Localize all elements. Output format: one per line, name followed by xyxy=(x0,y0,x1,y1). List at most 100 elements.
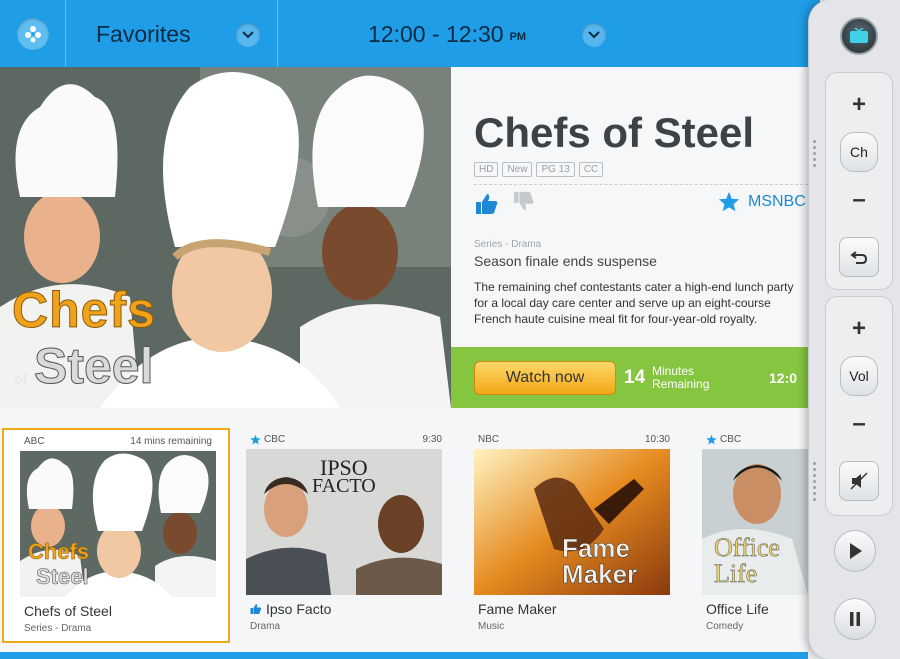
card-art-text-2: FACTO xyxy=(312,475,376,497)
star-icon xyxy=(718,191,740,212)
volume-label: Vol xyxy=(840,356,878,396)
card-thumbnail: IPSO FACTO xyxy=(246,449,442,595)
back-button[interactable] xyxy=(839,237,879,277)
logo-button[interactable] xyxy=(0,0,66,67)
time-suffix: PM xyxy=(509,31,527,43)
channel-up-button[interactable]: + xyxy=(844,90,874,120)
watch-now-button[interactable]: Watch now xyxy=(474,361,616,395)
card-art-text-2: Maker xyxy=(562,559,638,590)
episode-description: The remaining chef contestants cater a h… xyxy=(474,280,794,326)
divider xyxy=(474,184,808,185)
channel-label: Ch xyxy=(840,132,878,172)
mute-button[interactable] xyxy=(839,461,879,501)
network-logo-icon xyxy=(16,17,49,50)
card-thumbnail: Fame Maker xyxy=(474,449,670,595)
card-time: 9:30 xyxy=(422,434,442,445)
rating-badges: HD New PG 13 CC xyxy=(474,162,604,177)
episode-title: Season finale ends suspense xyxy=(474,253,657,269)
star-icon xyxy=(250,434,261,445)
featured-show-image[interactable]: Chefs of Steel xyxy=(0,67,451,408)
minutes-remaining-label: Minutes Remaining xyxy=(652,365,709,391)
top-bar: Favorites 12:00 - 12:30 PM xyxy=(0,0,820,67)
featured-art-title-3: Steel xyxy=(34,338,155,395)
card-title: Fame Maker xyxy=(478,601,557,617)
card-time: 14 mins remaining xyxy=(130,436,212,447)
card-network: CBC xyxy=(706,434,741,445)
card-network-name: CBC xyxy=(264,434,286,445)
card-art-text-1: Chefs xyxy=(28,539,90,565)
category-dropdown-button[interactable] xyxy=(236,23,260,47)
card-title-text: Ipso Facto xyxy=(266,601,332,617)
bottom-strip xyxy=(0,652,808,659)
card-genre: Drama xyxy=(250,621,281,632)
chevron-down-icon xyxy=(588,31,600,39)
card-network: ABC xyxy=(24,436,45,447)
next-show-time: 12:0 xyxy=(769,370,798,386)
grip-dots xyxy=(813,140,817,167)
card-thumbnail: Office Life xyxy=(702,449,808,595)
tv-button[interactable] xyxy=(840,17,878,55)
card-network: CBC xyxy=(250,434,285,445)
card-network-name: ABC xyxy=(24,436,45,447)
card-network-name: CBC xyxy=(720,434,742,445)
card-time: 10:30 xyxy=(644,434,670,445)
card-title: Ipso Facto xyxy=(250,601,331,617)
grip-dots xyxy=(813,462,817,501)
channel-down-button[interactable]: – xyxy=(844,185,874,215)
card-genre: Series - Drama xyxy=(24,623,92,634)
card-genre: Comedy xyxy=(706,621,744,632)
thumbs-up-icon[interactable] xyxy=(475,193,499,220)
card-title: Chefs of Steel xyxy=(24,603,112,619)
play-icon xyxy=(849,543,862,559)
card-thumbnail: Chefs of Steel xyxy=(20,451,216,597)
volume-up-button[interactable]: + xyxy=(844,314,874,344)
featured-show-details: Chefs of Steel HD New PG 13 CC MSNBC Ser… xyxy=(451,67,808,408)
pause-button[interactable] xyxy=(833,598,876,640)
time-dropdown-button[interactable] xyxy=(582,23,606,47)
remote-panel: + Ch – + Vol – xyxy=(808,0,900,659)
pause-icon xyxy=(849,612,860,626)
watch-bar: Watch now 14 Minutes Remaining 12:0 xyxy=(451,347,808,408)
minutes-remaining-value: 14 xyxy=(624,367,646,388)
show-card[interactable]: NBC 10:30 Fame Maker Fame Maker Music xyxy=(458,428,686,643)
thumbs-up-icon xyxy=(250,604,262,614)
chevron-down-icon xyxy=(242,31,254,39)
card-title: Office Life xyxy=(706,601,769,617)
show-card[interactable]: ABC 14 mins remaining Chefs of Steel Che… xyxy=(2,428,230,643)
card-genre: Music xyxy=(478,621,505,632)
featured-art-title-2: of xyxy=(14,371,28,387)
channel-controls: + Ch – xyxy=(825,72,893,290)
mute-icon xyxy=(850,472,868,490)
minutes-label-line-2: Remaining xyxy=(652,377,710,391)
show-carousel: ABC 14 mins remaining Chefs of Steel Che… xyxy=(0,408,808,659)
volume-controls: + Vol – xyxy=(825,296,893,516)
time-selector[interactable]: 12:00 - 12:30 PM xyxy=(278,0,618,67)
card-art-text-2: of xyxy=(26,579,33,588)
star-icon xyxy=(706,434,717,445)
category-label: Favorites xyxy=(96,21,191,47)
show-genre: Series - Drama xyxy=(474,239,542,250)
play-button[interactable] xyxy=(833,530,876,572)
show-card[interactable]: CBC 9:30 IPSO FACTO Ipso Facto Drama xyxy=(230,428,458,643)
time-range-label: 12:00 - 12:30 PM xyxy=(368,21,526,48)
badge-rating: PG 13 xyxy=(536,162,575,177)
badge-hd: HD xyxy=(474,162,499,177)
return-icon xyxy=(850,251,868,264)
badge-cc: CC xyxy=(578,162,604,177)
category-selector[interactable]: Favorites xyxy=(66,0,278,67)
volume-down-button[interactable]: – xyxy=(844,409,874,439)
card-network: NBC xyxy=(478,434,499,445)
network-name: MSNBC xyxy=(748,192,806,210)
network-favorite[interactable]: MSNBC xyxy=(718,191,806,212)
badge-new: New xyxy=(502,162,533,177)
show-title: Chefs of Steel xyxy=(474,109,755,156)
card-art-text-3: Steel xyxy=(36,564,89,590)
featured-art-title-1: Chefs xyxy=(12,282,156,339)
time-range-text: 12:00 - 12:30 xyxy=(368,21,504,47)
thumbs-down-icon[interactable] xyxy=(513,191,535,216)
tv-icon xyxy=(850,28,868,43)
tv-guide-app: Favorites 12:00 - 12:30 PM Chefs of Stee… xyxy=(0,0,900,659)
card-art-text-2: Life xyxy=(714,559,758,589)
card-network-name: NBC xyxy=(478,434,500,445)
show-card[interactable]: CBC Office Life Office Life Comedy xyxy=(686,428,808,643)
